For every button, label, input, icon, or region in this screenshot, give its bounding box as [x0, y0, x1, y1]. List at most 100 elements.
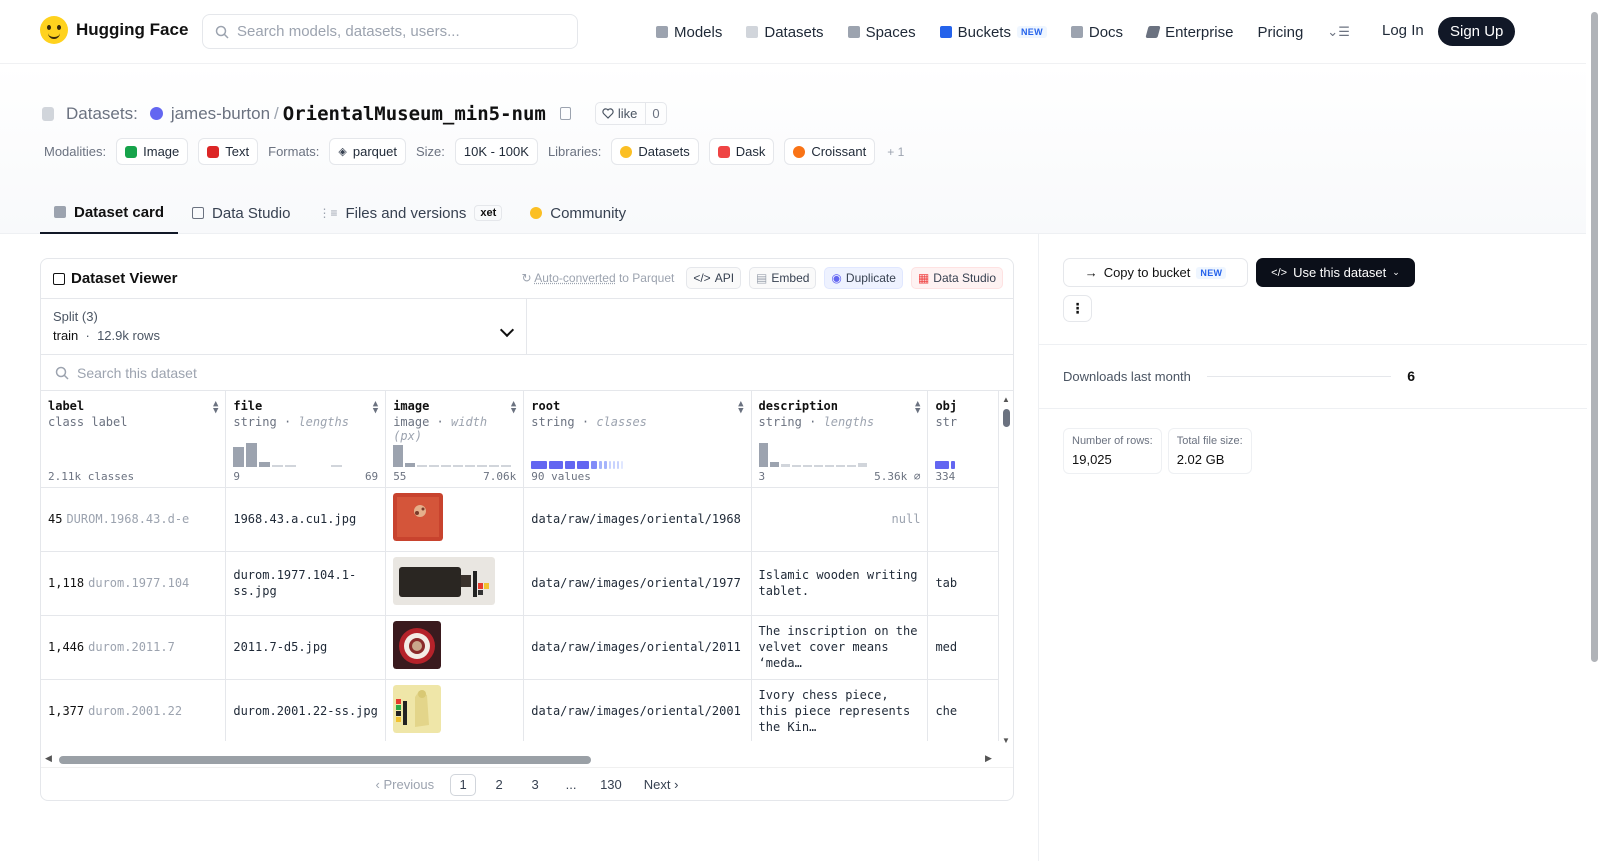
data-studio-button[interactable]: ▦ Data Studio: [910, 267, 1003, 289]
column-header-root[interactable]: root string · classes ▲ ▼ 90 values: [523, 391, 752, 488]
dataset-search[interactable]: [41, 355, 1013, 391]
nav-spaces[interactable]: Spaces: [847, 18, 916, 46]
owner-link[interactable]: james-burton: [171, 104, 270, 124]
table-horizontal-scrollbar[interactable]: ◀ ▶: [41, 753, 999, 767]
histogram-bar[interactable]: [477, 464, 488, 467]
cell-image[interactable]: [385, 615, 525, 680]
histogram-bar[interactable]: [453, 464, 464, 467]
sort-icon[interactable]: ▲ ▼: [915, 400, 920, 416]
image-thumbnail[interactable]: [393, 621, 442, 669]
tag-image[interactable]: Image: [116, 138, 189, 165]
auto-converted-link[interactable]: Auto-converted: [534, 271, 615, 285]
scroll-thumb[interactable]: [59, 756, 591, 764]
embed-button[interactable]: ▤ Embed: [749, 267, 817, 289]
table-row[interactable]: 1,446 durom.2011.7 2011.7-d5.jpg data/raw…: [41, 615, 999, 680]
tab-data-studio[interactable]: Data Studio: [178, 192, 304, 234]
scroll-right-icon[interactable]: ▶: [985, 753, 992, 764]
tag-size[interactable]: 10K - 100K: [454, 138, 538, 165]
copy-icon[interactable]: [559, 107, 571, 120]
dataset-search-input[interactable]: [77, 364, 477, 381]
histogram-bar[interactable]: [246, 442, 258, 467]
histogram-bar[interactable]: [791, 464, 801, 467]
nav-models[interactable]: Models: [656, 18, 722, 46]
page-button[interactable]: 130: [594, 774, 628, 796]
dataset-name[interactable]: OrientalMuseum_min5-num: [283, 103, 546, 125]
scroll-left-icon[interactable]: ◀: [45, 753, 52, 764]
cell-label[interactable]: 1,377 durom.2001.22: [41, 679, 227, 741]
cell-description[interactable]: Islamic wooden writing tablet.: [751, 551, 929, 616]
nav-buckets[interactable]: Buckets NEW: [939, 18, 1047, 46]
histogram-bar[interactable]: [489, 464, 500, 467]
cell-description[interactable]: The inscription on the velvet cover mean…: [751, 615, 929, 680]
tag-datasets-lib[interactable]: Datasets: [611, 138, 699, 165]
histogram-bar[interactable]: [846, 464, 856, 467]
cell-file[interactable]: 1968.43.a.cu1.jpg: [225, 487, 387, 552]
cell-label[interactable]: 1,118 durom.1977.104: [41, 551, 227, 616]
cell-obj[interactable]: tab: [927, 551, 999, 616]
histogram-bar[interactable]: [331, 464, 343, 467]
histogram-bar[interactable]: [465, 464, 476, 467]
previous-page-button[interactable]: ‹ Previous: [370, 774, 441, 796]
more-libraries[interactable]: + 1: [887, 145, 904, 159]
scroll-down-icon[interactable]: ▼: [1002, 736, 1010, 745]
signup-button[interactable]: Sign Up: [1438, 17, 1516, 46]
duplicate-button[interactable]: ◉ Duplicate: [824, 267, 903, 289]
sort-icon[interactable]: ▲ ▼: [511, 400, 516, 416]
column-header-obj[interactable]: obj str 334: [927, 391, 999, 488]
column-header-file[interactable]: file string · lengths ▲ ▼ 9 69: [225, 391, 387, 488]
brand[interactable]: Hugging Face: [40, 16, 188, 44]
sort-icon[interactable]: ▲ ▼: [373, 400, 378, 416]
histogram-bar[interactable]: [824, 464, 834, 467]
cell-label[interactable]: 1,446 durom.2011.7: [41, 615, 227, 680]
tag-croissant[interactable]: Croissant: [784, 138, 876, 165]
cell-obj[interactable]: med: [927, 615, 999, 680]
histogram-bar[interactable]: [769, 461, 779, 467]
histogram-bar[interactable]: [813, 464, 823, 467]
cell-file[interactable]: durom.2001.22-ss.jpg: [225, 679, 387, 741]
histogram-bar[interactable]: [233, 446, 245, 467]
histogram-bar[interactable]: [429, 464, 440, 467]
cell-image[interactable]: [385, 487, 525, 552]
cell-image[interactable]: [385, 551, 525, 616]
more-options-button[interactable]: ⋮: [1063, 295, 1092, 322]
histogram-bar[interactable]: [835, 464, 845, 467]
tag-parquet[interactable]: ◈ parquet: [329, 138, 406, 165]
histogram-bar[interactable]: [802, 464, 812, 467]
page-scrollbar[interactable]: [1588, 0, 1600, 861]
histogram-bar[interactable]: [857, 462, 867, 467]
image-thumbnail[interactable]: [393, 685, 442, 733]
cell-description[interactable]: Ivory chess piece, this piece represents…: [751, 679, 929, 741]
page-button[interactable]: 1: [450, 773, 477, 796]
nav-enterprise[interactable]: Enterprise: [1145, 18, 1233, 46]
page-button[interactable]: 2: [486, 774, 512, 796]
datasets-crumb[interactable]: Datasets:: [66, 104, 138, 124]
nav-datasets[interactable]: Datasets: [746, 18, 824, 46]
table-vertical-scrollbar[interactable]: ▲ ▼: [1002, 395, 1010, 745]
histogram-bar[interactable]: [272, 464, 284, 467]
more-menu-icon[interactable]: ⌄☰: [1327, 24, 1350, 40]
histogram-bar[interactable]: [417, 464, 428, 467]
histogram-bar[interactable]: [405, 462, 416, 467]
nav-pricing[interactable]: Pricing: [1257, 18, 1303, 46]
column-header-description[interactable]: description string · lengths ▲ ▼ 3 5.36k ⌀: [751, 391, 929, 488]
login-link[interactable]: Log In: [1382, 22, 1424, 39]
image-thumbnail[interactable]: [393, 493, 444, 541]
histogram-bar[interactable]: [285, 464, 297, 467]
table-row[interactable]: 1,118 durom.1977.104 durom.1977.104.1-ss.…: [41, 551, 999, 616]
histogram-bar[interactable]: [501, 464, 512, 467]
tag-dask[interactable]: Dask: [708, 138, 775, 165]
cell-file[interactable]: durom.1977.104.1-ss.jpg: [225, 551, 387, 616]
class-distribution-bar[interactable]: [935, 460, 956, 469]
table-row[interactable]: 45 DUROM.1968.43.d-e 1968.43.a.cu1.jpg da…: [41, 487, 999, 552]
global-search[interactable]: [202, 14, 578, 49]
column-header-label[interactable]: label class label ▲ ▼ 2.11k classes: [41, 391, 227, 488]
histogram-bar[interactable]: [441, 464, 452, 467]
histogram-bar[interactable]: [758, 442, 768, 467]
cell-root[interactable]: data/raw/images/oriental/1977: [523, 551, 752, 616]
split-selector[interactable]: Split (3) train · 12.9k rows: [41, 299, 527, 354]
histogram-bar[interactable]: [393, 444, 404, 467]
sort-icon[interactable]: ▲ ▼: [738, 400, 743, 416]
table-row[interactable]: 1,377 durom.2001.22 durom.2001.22-ss.jpg …: [41, 679, 999, 741]
image-thumbnail[interactable]: [393, 557, 496, 605]
cell-root[interactable]: data/raw/images/oriental/2011: [523, 615, 752, 680]
